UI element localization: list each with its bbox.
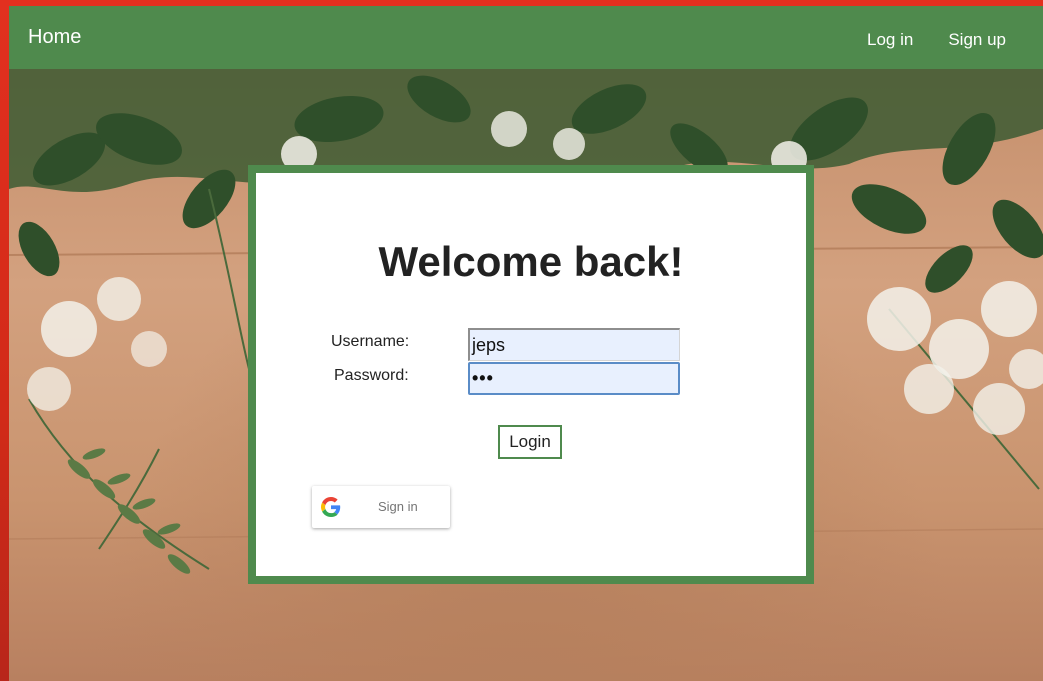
password-input[interactable]: ••• bbox=[468, 362, 680, 395]
nav-home-link[interactable]: Home bbox=[28, 26, 81, 49]
google-sign-in-button[interactable]: Sign in bbox=[312, 486, 450, 528]
nav-right-links: Log in Sign up bbox=[867, 30, 1006, 50]
username-label: Username: bbox=[331, 333, 410, 350]
navbar: Home Log in Sign up bbox=[9, 6, 1043, 69]
password-label: Password: bbox=[334, 367, 409, 384]
google-g-icon bbox=[321, 497, 341, 517]
login-card: Welcome back! Username: Password: jeps •… bbox=[248, 165, 814, 584]
username-input[interactable]: jeps bbox=[468, 328, 680, 361]
google-sign-in-label: Sign in bbox=[378, 499, 418, 514]
nav-signup-link[interactable]: Sign up bbox=[948, 30, 1006, 50]
page-title: Welcome back! bbox=[378, 238, 684, 285]
nav-login-link[interactable]: Log in bbox=[867, 30, 913, 50]
login-button[interactable]: Login bbox=[498, 425, 562, 459]
window-frame-left bbox=[0, 0, 9, 681]
